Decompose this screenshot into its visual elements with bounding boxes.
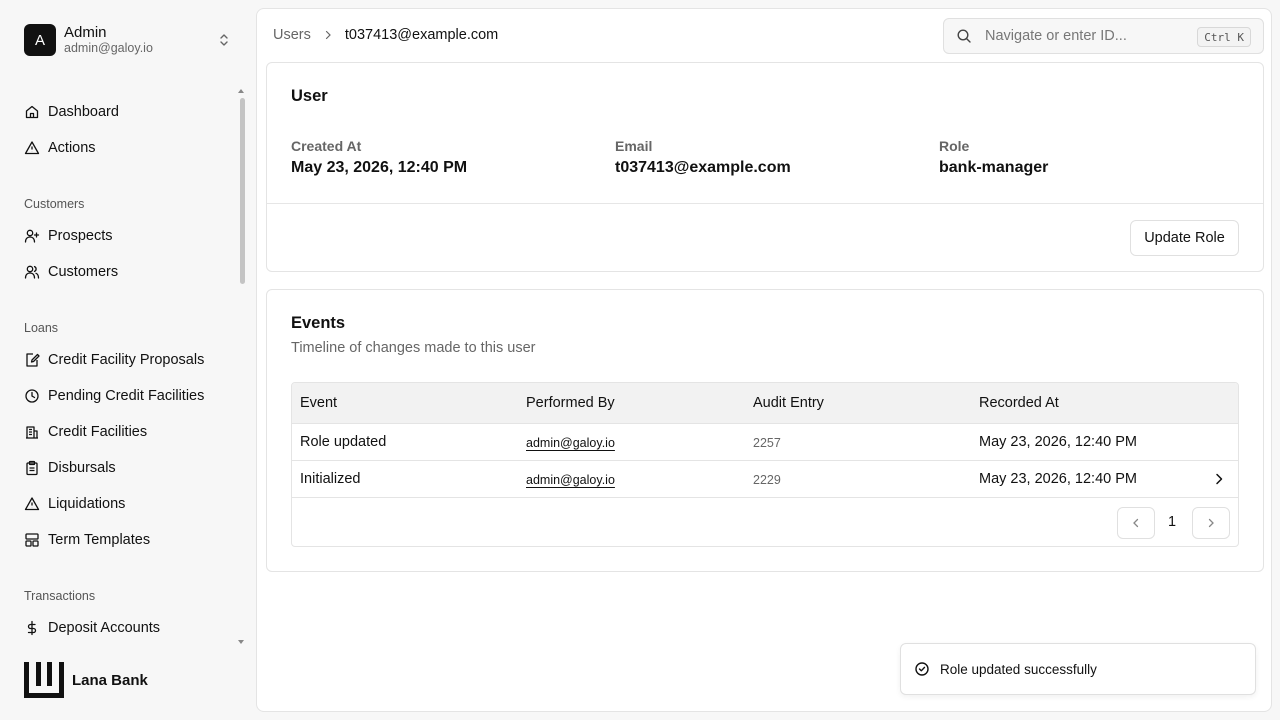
- table-header: Event Performed By Audit Entry Recorded …: [292, 383, 1238, 424]
- clock-icon: [25, 389, 39, 403]
- events-subtitle: Timeline of changes made to this user: [291, 340, 536, 356]
- sidebar-item-label: Prospects: [48, 228, 113, 244]
- sidebar-item-disbursals[interactable]: Disbursals: [24, 456, 116, 480]
- layout-template-icon: [25, 533, 39, 547]
- sidebar-item-label: Deposit Accounts: [48, 620, 161, 636]
- sidebar-item-label: Liquidations: [48, 496, 126, 512]
- user-card: User Created At May 23, 2026, 12:40 PM E…: [266, 62, 1264, 272]
- avatar: A: [24, 24, 56, 56]
- events-table: Event Performed By Audit Entry Recorded …: [291, 382, 1239, 547]
- sidebar-item-label: Credit Facilities: [48, 424, 148, 440]
- toast-notification: Role updated successfully: [900, 643, 1256, 695]
- sidebar-item-dashboard[interactable]: Dashboard: [24, 100, 119, 124]
- sidebar-item-deposit-accounts[interactable]: Deposit Accounts: [24, 616, 160, 640]
- search-placeholder: Navigate or enter ID...: [985, 28, 1127, 44]
- scroll-down-arrow[interactable]: [238, 640, 244, 644]
- warning-icon: [24, 497, 40, 511]
- pagination-prev-button[interactable]: [1117, 507, 1155, 539]
- sidebar-item-label: Term Templates: [48, 532, 151, 548]
- audit-entry-cell: 2229: [753, 473, 781, 487]
- event-cell: Role updated: [300, 434, 387, 450]
- chevron-right-icon: [1208, 518, 1214, 528]
- breadcrumb-users-link[interactable]: Users: [273, 27, 311, 43]
- created-at-value: May 23, 2026, 12:40 PM: [291, 159, 468, 176]
- sidebar: A Admin admin@galoy.io Dashboard Actions…: [0, 0, 256, 720]
- sidebar-item-pending-credit-facilities[interactable]: Pending Credit Facilities: [24, 384, 204, 408]
- chevron-left-icon: [1133, 518, 1139, 528]
- sidebar-item-label: Credit Facility Proposals: [48, 352, 205, 368]
- brand-name: Lana Bank: [72, 671, 148, 689]
- column-header-recorded-at: Recorded At: [979, 395, 1059, 411]
- events-card: Events Timeline of changes made to this …: [266, 289, 1264, 572]
- scroll-up-arrow[interactable]: [238, 89, 244, 93]
- search-icon: [957, 29, 971, 43]
- lana-bank-logo: [24, 662, 64, 698]
- email-label: Email: [615, 138, 653, 154]
- event-cell: Initialized: [300, 471, 361, 487]
- column-header-event: Event: [300, 395, 338, 411]
- chevron-up-down-icon: [220, 34, 228, 46]
- clipboard-icon: [26, 460, 38, 476]
- sidebar-item-label: Pending Credit Facilities: [48, 388, 205, 404]
- account-name: Admin: [64, 24, 107, 42]
- card-divider: [267, 203, 1263, 204]
- nav-section-transactions: Transactions: [24, 589, 96, 603]
- sidebar-item-customers[interactable]: Customers: [24, 260, 118, 284]
- file-edit-icon: [26, 353, 40, 367]
- created-at-label: Created At: [291, 138, 362, 154]
- recorded-at-cell: May 23, 2026, 12:40 PM: [979, 434, 1137, 450]
- check-circle-icon: [915, 662, 929, 676]
- breadcrumb: Users t037413@example.com: [273, 27, 498, 43]
- search-input[interactable]: Navigate or enter ID... Ctrl K: [943, 18, 1264, 54]
- keyboard-shortcut: Ctrl K: [1197, 27, 1251, 47]
- pagination-page-number: 1: [1168, 514, 1177, 530]
- pagination-next-button[interactable]: [1192, 507, 1230, 539]
- events-title: Events: [291, 314, 346, 332]
- recorded-at-cell: May 23, 2026, 12:40 PM: [979, 471, 1137, 487]
- users-icon: [24, 265, 40, 279]
- performed-by-link[interactable]: admin@galoy.io: [526, 473, 615, 487]
- building-icon: [26, 426, 38, 439]
- sidebar-item-liquidations[interactable]: Liquidations: [24, 492, 125, 516]
- dollar-icon: [27, 620, 37, 636]
- role-value: bank-manager: [939, 159, 1049, 176]
- chevron-right-icon: [325, 30, 331, 40]
- breadcrumb-current: t037413@example.com: [344, 27, 499, 43]
- sidebar-item-credit-facility-proposals[interactable]: Credit Facility Proposals: [24, 348, 204, 372]
- column-header-performed-by: Performed By: [526, 395, 615, 411]
- sidebar-item-label: Customers: [48, 264, 119, 280]
- sidebar-item-actions[interactable]: Actions: [24, 136, 96, 160]
- nav-section-customers: Customers: [24, 197, 85, 211]
- user-plus-icon: [24, 229, 40, 243]
- sidebar-item-credit-facilities[interactable]: Credit Facilities: [24, 420, 147, 444]
- sidebar-item-label: Disbursals: [48, 460, 116, 476]
- chevron-right-icon[interactable]: [1212, 472, 1226, 486]
- account-email: admin@galoy.io: [64, 41, 153, 56]
- sidebar-item-label: Dashboard: [48, 104, 119, 120]
- user-card-title: User: [291, 87, 328, 105]
- sidebar-item-term-templates[interactable]: Term Templates: [24, 528, 150, 552]
- table-row[interactable]: Role updated admin@galoy.io 2257 May 23,…: [292, 424, 1238, 461]
- performed-by-link[interactable]: admin@galoy.io: [526, 436, 615, 450]
- column-header-audit-entry: Audit Entry: [753, 395, 824, 411]
- table-row[interactable]: Initialized admin@galoy.io 2229 May 23, …: [292, 461, 1238, 498]
- sidebar-scrollbar[interactable]: [240, 98, 245, 284]
- main-panel: Users t037413@example.com Navigate or en…: [256, 8, 1272, 712]
- home-icon: [25, 105, 39, 119]
- nav-section-loans: Loans: [24, 321, 59, 335]
- email-value: t037413@example.com: [615, 159, 791, 176]
- sidebar-item-label: Actions: [48, 140, 96, 156]
- audit-entry-cell: 2257: [753, 436, 781, 450]
- account-switcher[interactable]: A Admin admin@galoy.io: [24, 24, 236, 56]
- role-label: Role: [939, 138, 970, 154]
- update-role-button[interactable]: Update Role: [1130, 220, 1239, 256]
- warning-icon: [24, 141, 40, 155]
- toast-message: Role updated successfully: [940, 661, 1097, 677]
- sidebar-item-prospects[interactable]: Prospects: [24, 224, 112, 248]
- brand: Lana Bank: [24, 662, 148, 698]
